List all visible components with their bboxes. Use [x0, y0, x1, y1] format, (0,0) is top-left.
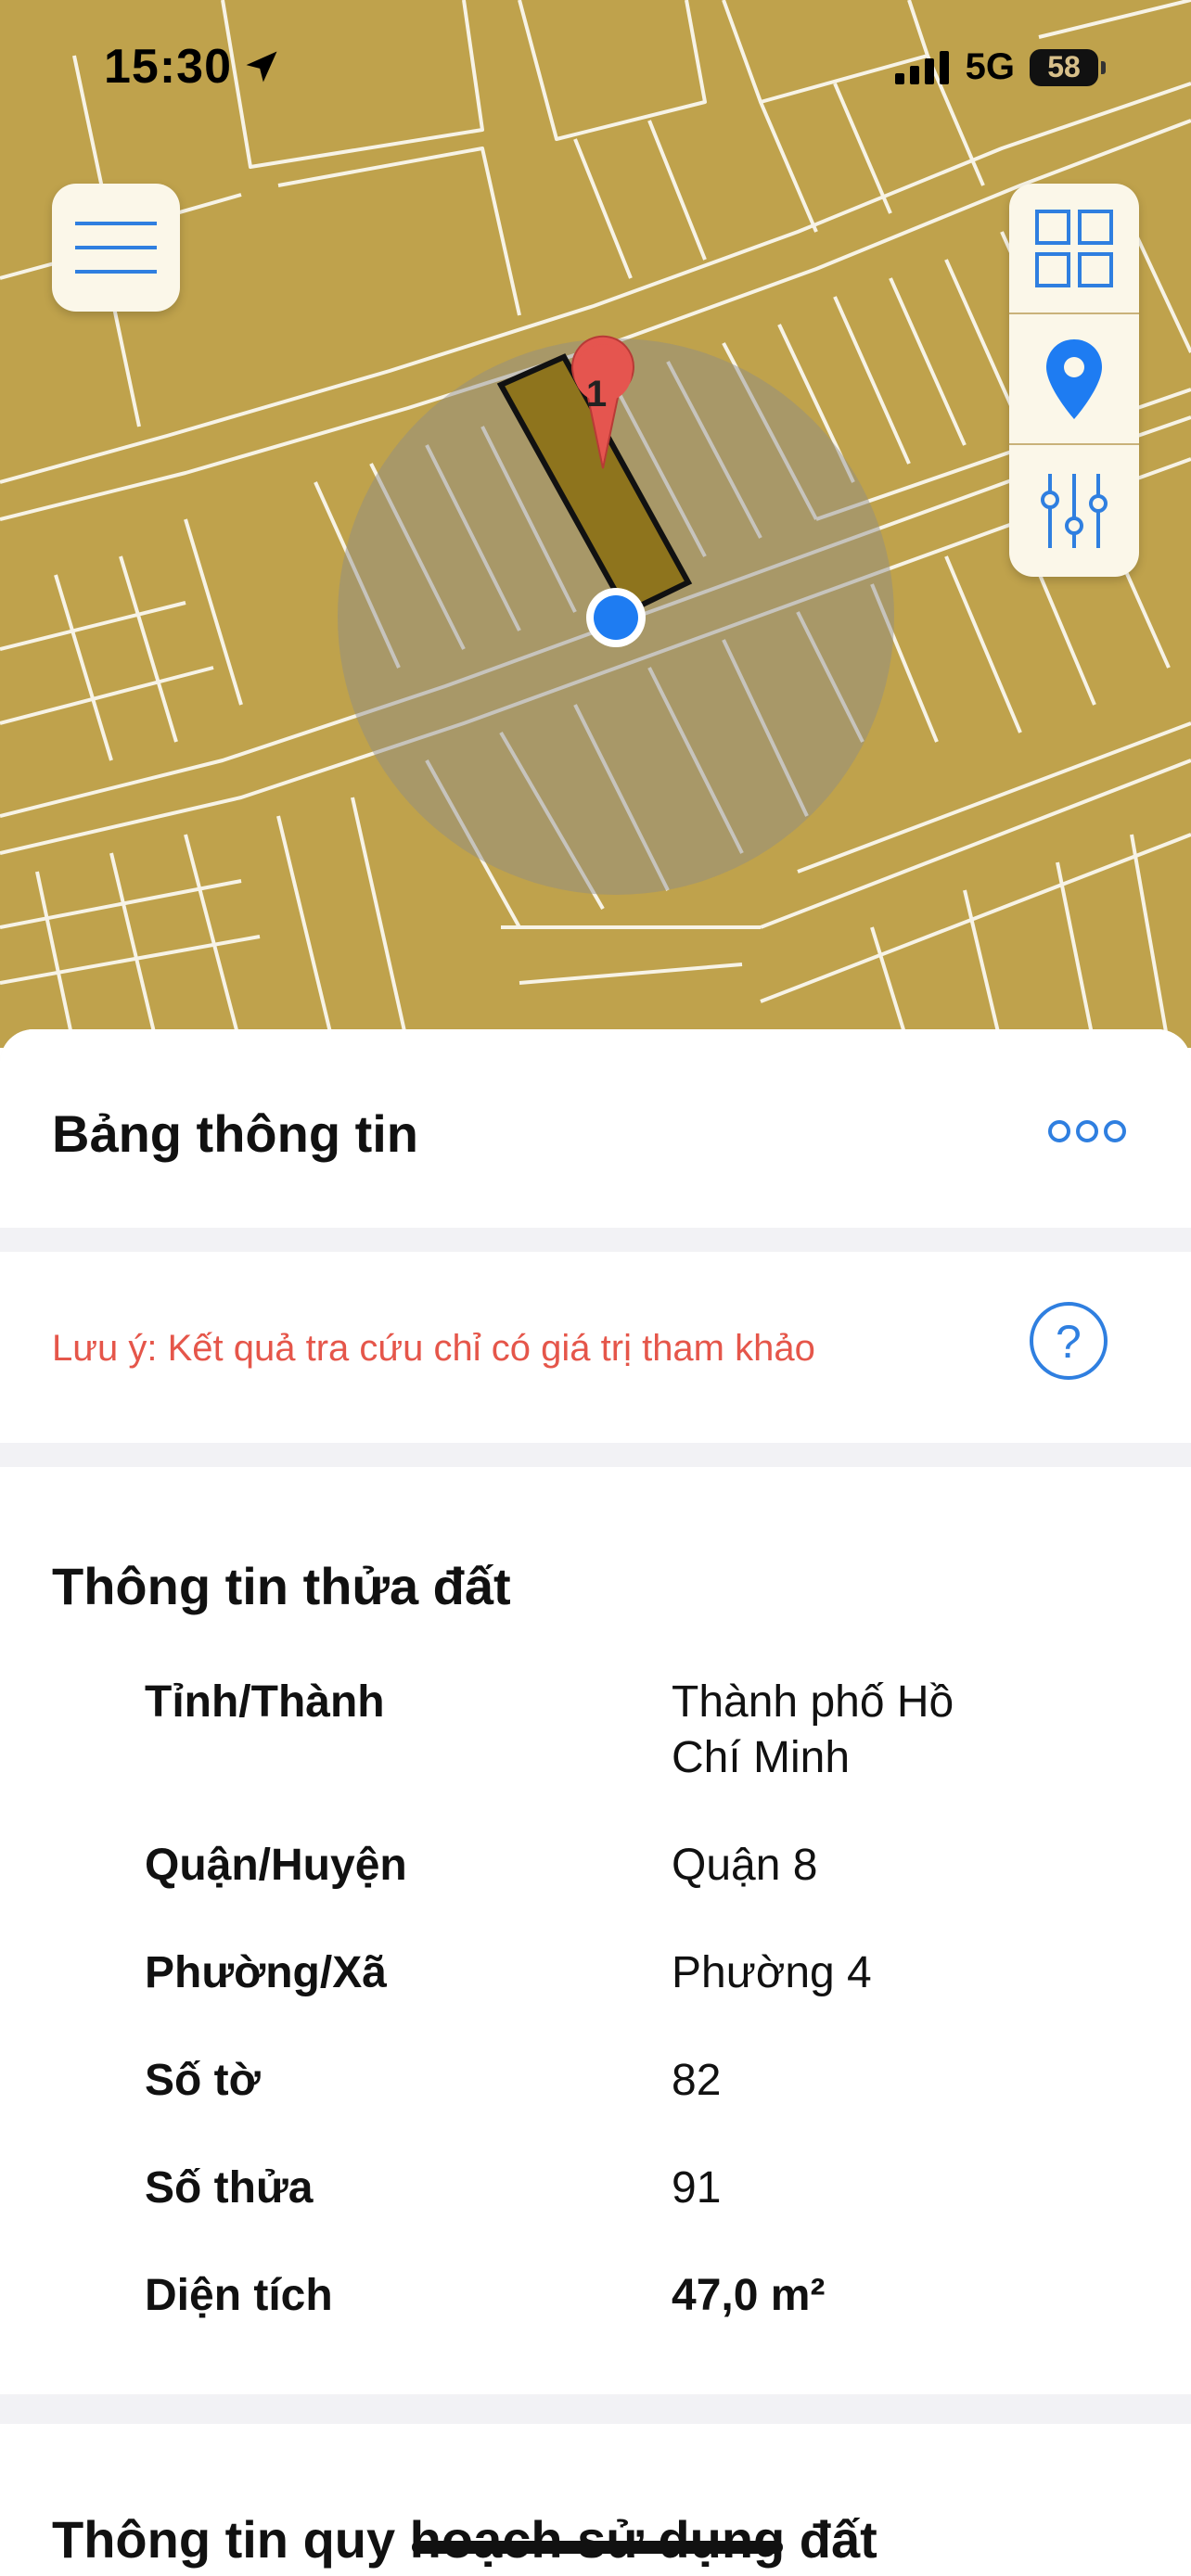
battery-level: 58 [1047, 50, 1081, 83]
info-label: Diện tích [145, 2271, 333, 2320]
svg-text:?: ? [1056, 1316, 1082, 1368]
signal-icon [894, 50, 949, 84]
menu-icon [75, 222, 157, 274]
filter-button[interactable] [1009, 445, 1139, 576]
notice-card: Lưu ý: Kết quả tra cứu chỉ có giá trị th… [0, 1252, 1191, 1443]
info-value: 47,0 m² [672, 2271, 826, 2320]
layers-button[interactable] [1009, 184, 1139, 314]
info-row-province: Tỉnh/Thành Thành phố Hồ Chí Minh [145, 1675, 1146, 1786]
info-row-sheet-number: Số tờ 82 [145, 2053, 1146, 2109]
help-icon[interactable]: ? [1028, 1300, 1109, 1382]
info-value: 82 [672, 2056, 722, 2105]
map-controls [1009, 184, 1139, 577]
info-label: Số tờ [145, 2056, 261, 2105]
network-type: 5G [965, 46, 1015, 87]
planning-info-title: Thông tin quy hoạch sử dụng đất [52, 2510, 877, 2569]
marker-label: 1 [586, 374, 607, 414]
info-row-ward: Phường/Xã Phường 4 [145, 1945, 1146, 2001]
status-time: 15:30 [104, 39, 282, 95]
info-label: Tỉnh/Thành [145, 1677, 385, 1727]
info-row-district: Quận/Huyện Quận 8 [145, 1838, 1146, 1894]
location-pin-icon [1046, 338, 1102, 419]
grid-layers-icon [1035, 209, 1113, 287]
info-label: Quận/Huyện [145, 1841, 407, 1890]
info-value: Thành phố Hồ Chí Minh [672, 1677, 954, 1782]
status-time-text: 15:30 [104, 40, 232, 94]
info-label: Số thửa [145, 2163, 314, 2213]
notice-text: Lưu ý: Kết quả tra cứu chỉ có giá trị th… [52, 1328, 815, 1369]
info-value: Quận 8 [672, 1841, 818, 1890]
info-value: Phường 4 [672, 1948, 872, 1997]
more-options-icon[interactable] [1048, 1118, 1126, 1144]
sheet-header: Bảng thông tin [0, 1029, 1191, 1228]
parcel-info-table: Tỉnh/Thành Thành phố Hồ Chí Minh Quận/Hu… [145, 1675, 1146, 2376]
battery-icon: 58 [1030, 48, 1106, 86]
menu-button[interactable] [52, 184, 180, 312]
parcel-info-title: Thông tin thửa đất [52, 1557, 511, 1615]
sliders-icon [1041, 473, 1108, 548]
status-bar: 15:30 5G 58 [0, 0, 1191, 139]
info-label: Phường/Xã [145, 1948, 387, 1997]
home-indicator [412, 2541, 783, 2554]
info-bottom-sheet[interactable]: Bảng thông tin Lưu ý: Kết quả tra cứu ch… [0, 1029, 1191, 2576]
info-row-area: Diện tích 47,0 m² [145, 2268, 1146, 2324]
info-row-parcel-number: Số thửa 91 [145, 2161, 1146, 2216]
location-arrow-icon [246, 51, 277, 83]
parcel-info-section: Thông tin thửa đất Tỉnh/Thành Thành phố … [0, 1467, 1191, 2394]
status-right: 5G 58 [894, 46, 1106, 88]
info-value: 91 [672, 2163, 722, 2213]
sheet-title: Bảng thông tin [52, 1104, 419, 1163]
locate-button[interactable] [1009, 314, 1139, 445]
